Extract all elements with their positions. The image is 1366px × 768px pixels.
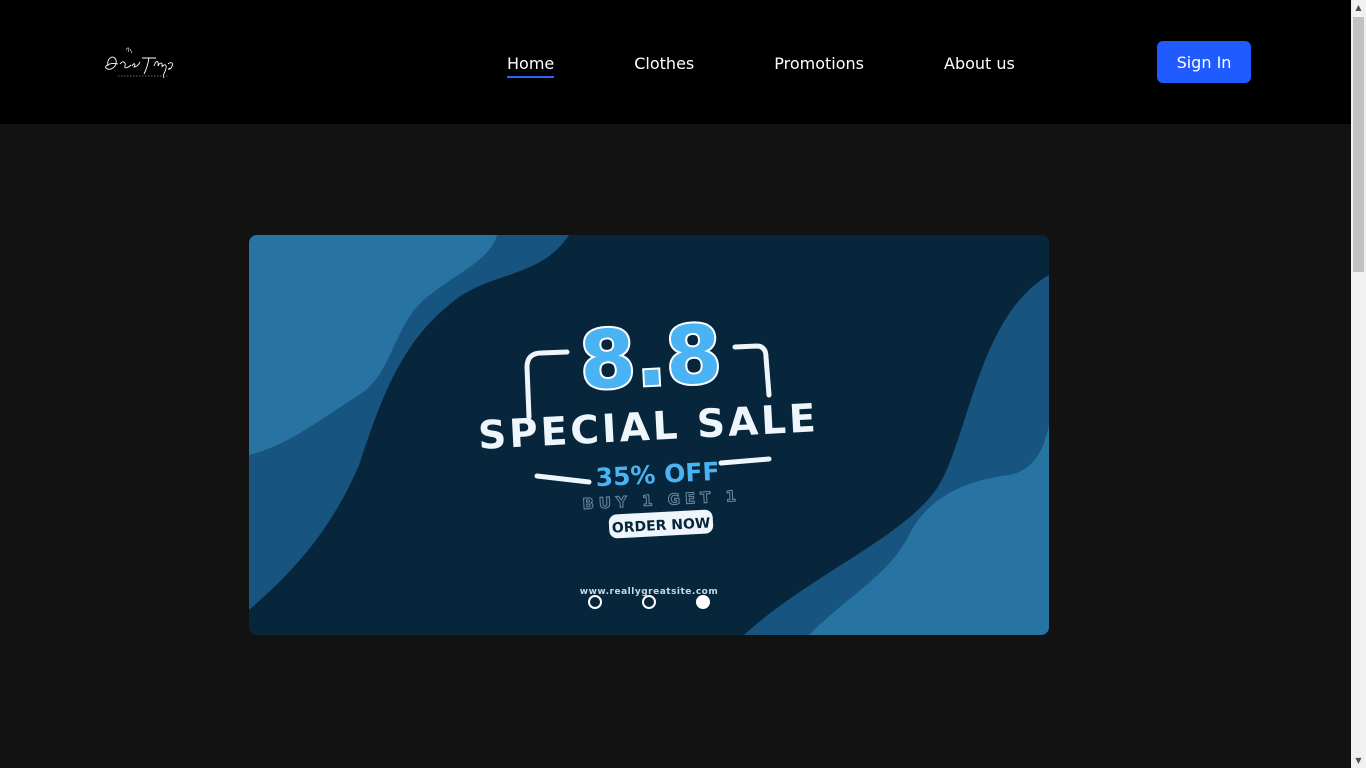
nav-link-about-us[interactable]: About us (944, 54, 1015, 74)
carousel-indicators (249, 595, 1049, 609)
banner-graphic: 8.8 SPECIAL SALE 35% OFF BUY 1 GET 1 ORD… (249, 235, 1049, 635)
promo-banner[interactable]: 8.8 SPECIAL SALE 35% OFF BUY 1 GET 1 ORD… (249, 235, 1049, 635)
logo-link[interactable] (96, 40, 184, 84)
scrollbar-thumb[interactable] (1353, 17, 1364, 272)
vertical-scrollbar[interactable]: ▲ ▼ (1351, 0, 1366, 768)
nav-link-clothes[interactable]: Clothes (634, 54, 694, 74)
carousel-dot-2[interactable] (642, 595, 656, 609)
page: Home Clothes Promotions About us Sign In… (0, 0, 1366, 768)
carousel-dot-3[interactable] (696, 595, 710, 609)
main-nav: Home Clothes Promotions About us (507, 52, 1015, 78)
logo-icon (105, 47, 173, 79)
svg-text:8.8: 8.8 (577, 307, 723, 407)
scroll-down-icon[interactable]: ▼ (1351, 753, 1366, 768)
carousel-dot-1[interactable] (588, 595, 602, 609)
nav-link-home[interactable]: Home (507, 54, 555, 78)
nav-link-promotions[interactable]: Promotions (774, 54, 864, 74)
navbar: Home Clothes Promotions About us Sign In (0, 0, 1351, 124)
scroll-up-icon[interactable]: ▲ (1351, 0, 1366, 15)
headline-8-8: 8.8 (575, 305, 725, 409)
sign-in-button[interactable]: Sign In (1157, 41, 1251, 83)
